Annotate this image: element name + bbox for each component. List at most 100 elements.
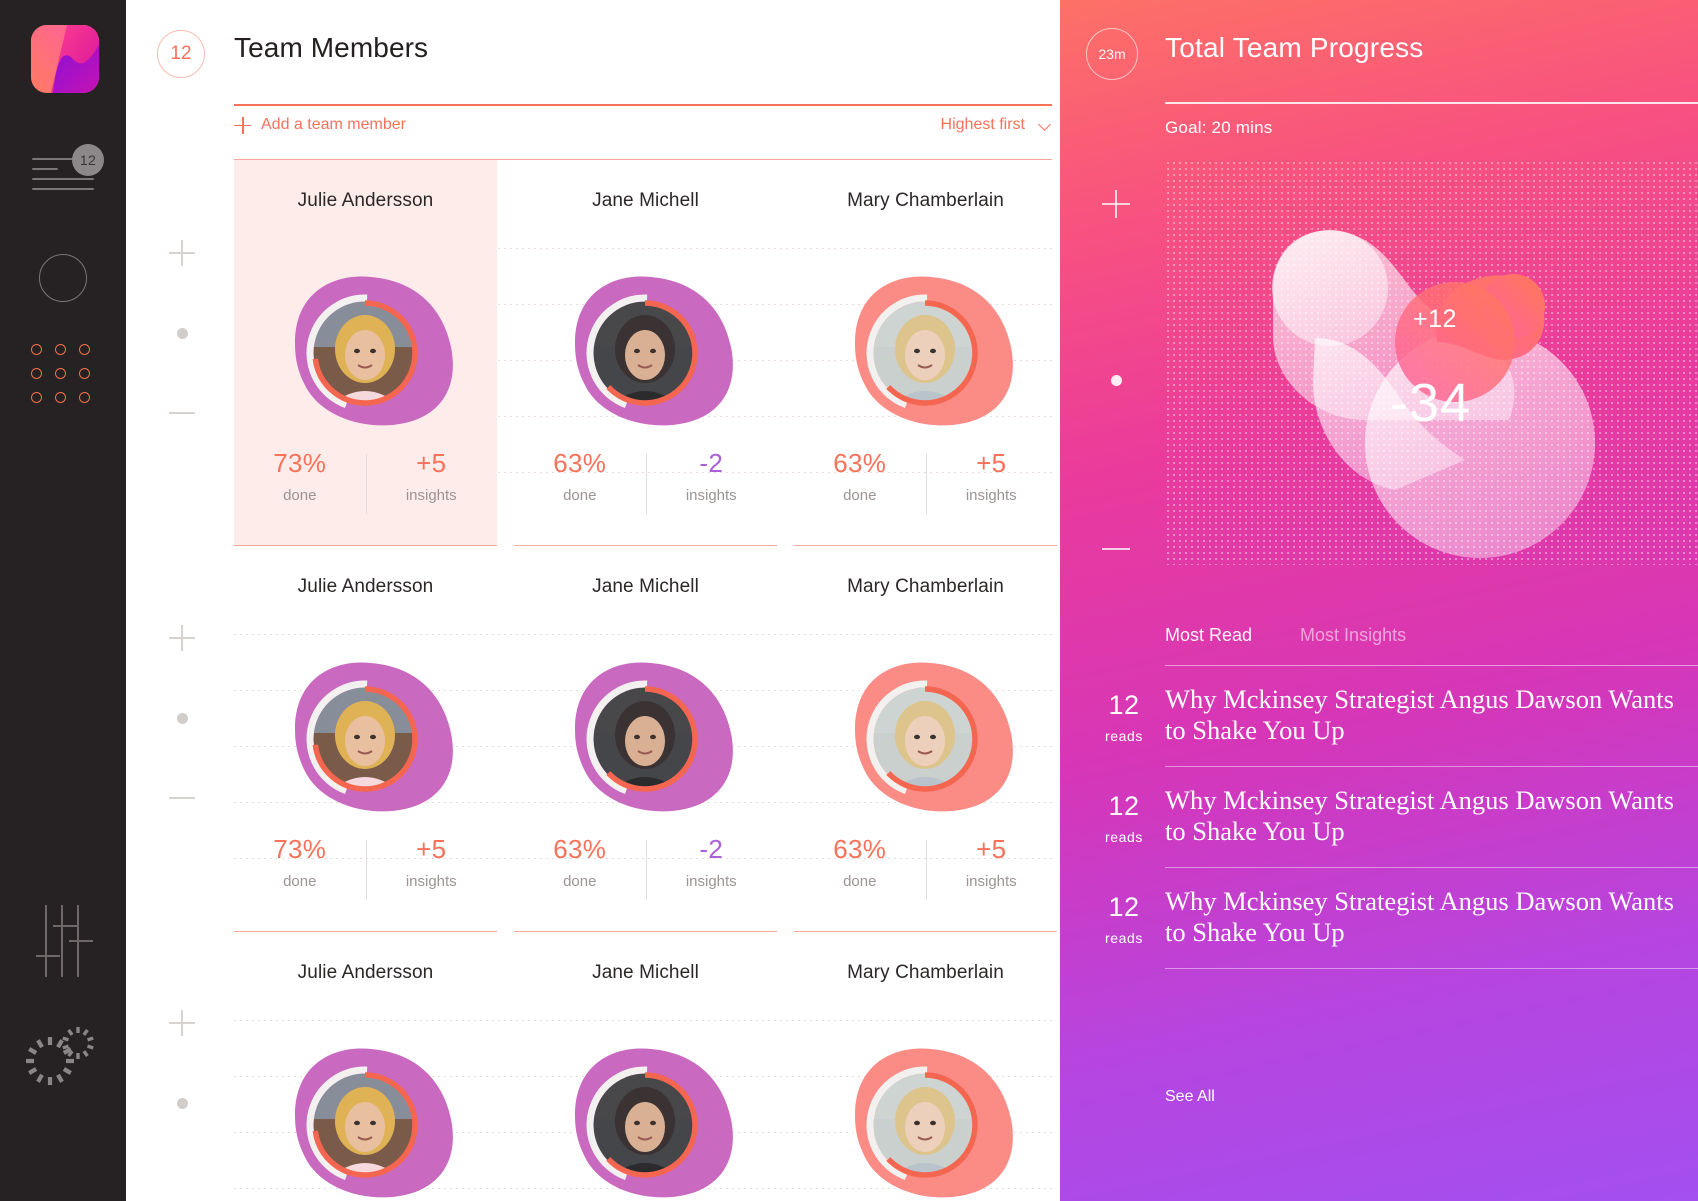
zoom-slider-handle-3[interactable] <box>162 1098 202 1109</box>
team-member-name: Julie Andersson <box>297 190 434 211</box>
stat-done: 73% done <box>234 834 366 890</box>
member-stats: 63% done +5 insights <box>794 448 1057 514</box>
stat-done-value: 63% <box>553 834 607 864</box>
blob-chart <box>1272 230 1595 558</box>
sidebar-item-apps[interactable] <box>0 344 126 408</box>
sidebar-item-circle[interactable] <box>0 254 126 302</box>
team-member-card[interactable]: Mary Chamberlain 63% done +5 insights <box>794 160 1057 546</box>
member-stats: 63% done -2 insights <box>514 834 778 900</box>
team-member-card[interactable]: Julie Andersson 73% done +5 insights <box>234 160 497 546</box>
stat-insights: +5 insights <box>365 448 498 514</box>
zoom-slider-handle[interactable] <box>162 328 202 339</box>
team-progress-panel: 23m Total Team Progress Goal: 20 mins +1… <box>1060 0 1698 1201</box>
avatar[interactable] <box>234 1010 497 1201</box>
team-member-card[interactable]: Julie Andersson <box>234 932 497 1201</box>
zoom-out-button[interactable] <box>162 412 202 414</box>
article-reads-count: 12 <box>1108 791 1140 821</box>
plus-icon <box>169 625 195 651</box>
avatar[interactable] <box>234 238 497 468</box>
plus-icon <box>169 1010 195 1036</box>
team-member-card[interactable]: Mary Chamberlain <box>794 932 1057 1201</box>
stat-insights: -2 insights <box>645 834 778 900</box>
panel-time-badge: 23m <box>1086 28 1138 80</box>
team-member-card[interactable]: Julie Andersson 73% done +5 insights <box>234 546 497 932</box>
article-reads-label: reads <box>1104 728 1144 744</box>
header-divider <box>234 104 1052 106</box>
stat-done-value: 63% <box>553 448 607 478</box>
plus-icon <box>169 240 195 266</box>
stat-done-label: done <box>843 487 877 504</box>
see-all-link[interactable]: See All <box>1165 1088 1215 1106</box>
article-title: Why Mckinsey Strategist Angus Dawson Wan… <box>1165 684 1674 746</box>
sidebar-item-settings[interactable] <box>0 905 126 977</box>
panel-title: Total Team Progress <box>1165 32 1424 63</box>
viz-zoom-handle[interactable] <box>1096 375 1136 386</box>
team-member-card[interactable]: Jane Michell <box>514 932 777 1201</box>
team-member-name: Jane Michell <box>592 576 699 597</box>
stat-done-label: done <box>563 487 597 504</box>
dot-icon <box>176 328 188 339</box>
stat-done: 63% done <box>514 448 646 504</box>
team-member-card[interactable]: Jane Michell 63% done -2 insights <box>514 160 777 546</box>
zoom-in-button-3[interactable] <box>162 1010 202 1036</box>
tab-most-insights[interactable]: Most Insights <box>1300 625 1406 646</box>
minus-icon <box>169 412 195 414</box>
stat-insights-label: insights <box>685 873 737 890</box>
stat-insights-value: -2 <box>699 834 724 864</box>
sidebar-item-menu[interactable]: 12 <box>0 144 126 196</box>
avatar[interactable] <box>794 624 1057 854</box>
avatar[interactable] <box>794 1010 1057 1201</box>
app-root: 12 12 Team Members Add a team member Hig… <box>0 0 1698 1201</box>
app-logo[interactable] <box>31 25 99 93</box>
add-team-member-button[interactable]: Add a team member <box>234 116 406 134</box>
sidebar: 12 <box>0 0 126 1201</box>
viz-zoom-in-button[interactable] <box>1096 190 1136 218</box>
zoom-out-button-2[interactable] <box>162 797 202 799</box>
article-list-item[interactable]: 12 reads Why Mckinsey Strategist Angus Daw… <box>1060 868 1698 969</box>
zoom-slider-handle-2[interactable] <box>162 713 202 724</box>
article-reads-label: reads <box>1104 829 1144 845</box>
team-member-card[interactable]: Mary Chamberlain 63% done +5 insights <box>794 546 1057 932</box>
avatar[interactable] <box>514 624 777 854</box>
zoom-in-button[interactable] <box>162 240 202 266</box>
stat-done-value: 63% <box>833 834 887 864</box>
stat-insights-value: -2 <box>699 448 724 478</box>
article-list-item[interactable]: 12 reads Why Mckinsey Strategist Angus Daw… <box>1060 767 1698 868</box>
sort-dropdown[interactable]: Highest first <box>941 116 1052 134</box>
viz-bubble-small-label: +12 <box>1413 305 1457 333</box>
plus-icon <box>234 116 251 134</box>
stat-insights-label: insights <box>405 873 457 890</box>
stat-done-value: 63% <box>833 448 887 478</box>
menu-icon: 12 <box>32 144 104 196</box>
plus-icon <box>1102 190 1130 218</box>
member-stats: 73% done +5 insights <box>234 834 497 900</box>
stat-done: 63% done <box>794 448 926 504</box>
avatar[interactable] <box>514 1010 777 1201</box>
team-member-name: Mary Chamberlain <box>847 962 1004 983</box>
sort-dropdown-label: Highest first <box>940 116 1025 133</box>
page-title: Team Members <box>234 32 429 63</box>
add-team-member-label: Add a team member <box>261 116 406 133</box>
stat-insights-label: insights <box>685 487 737 504</box>
circle-icon <box>39 254 87 302</box>
stat-done: 63% done <box>514 834 646 890</box>
zoom-in-button-2[interactable] <box>162 625 202 651</box>
article-reads-count: 12 <box>1108 892 1140 922</box>
tab-most-read[interactable]: Most Read <box>1165 625 1252 646</box>
stat-insights-label: insights <box>965 487 1017 504</box>
panel-divider <box>1165 102 1698 104</box>
avatar[interactable] <box>794 238 1057 468</box>
stat-done: 63% done <box>794 834 926 890</box>
viz-zoom-out-button[interactable] <box>1096 548 1136 550</box>
team-member-card[interactable]: Jane Michell 63% done -2 insights <box>514 546 777 932</box>
stat-insights-value: +5 <box>976 448 1007 478</box>
article-reads-count: 12 <box>1108 690 1140 720</box>
stat-insights: -2 insights <box>645 448 778 514</box>
avatar[interactable] <box>514 238 777 468</box>
team-member-name: Jane Michell <box>592 190 699 211</box>
avatar[interactable] <box>234 624 497 854</box>
article-list-item[interactable]: 12 reads Why Mckinsey Strategist Angus Daw… <box>1060 666 1698 767</box>
team-member-name: Mary Chamberlain <box>847 576 1004 597</box>
sidebar-item-activity[interactable] <box>0 1005 126 1091</box>
dot-icon <box>1110 375 1122 386</box>
